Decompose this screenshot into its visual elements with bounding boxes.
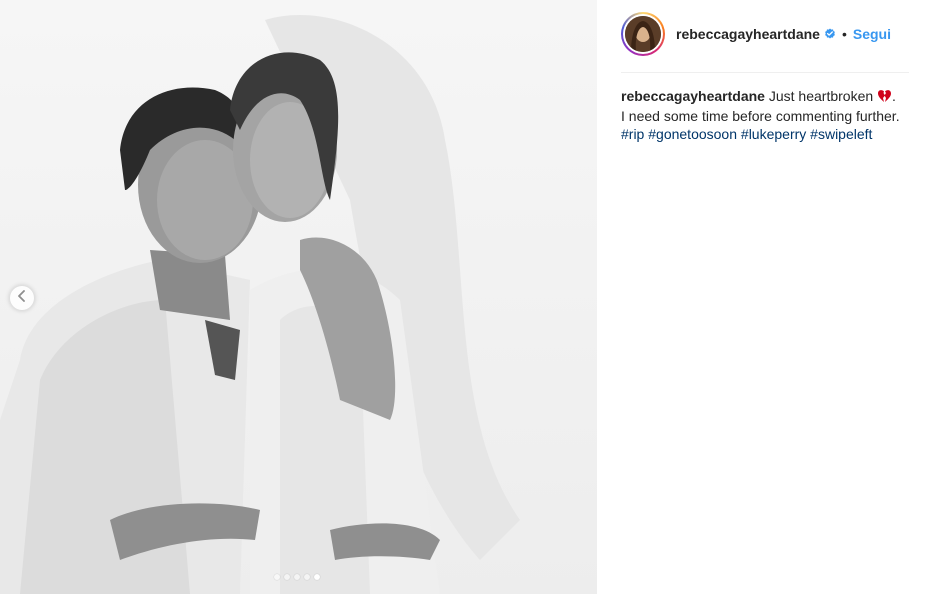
carousel-dot: [274, 574, 280, 580]
divider: [621, 72, 909, 73]
caption-text-1: Just heartbroken: [764, 88, 878, 104]
carousel-dot: [314, 574, 320, 580]
avatar-image: [625, 16, 661, 52]
hashtag-link[interactable]: #lukeperry: [741, 126, 806, 142]
wedding-photo-image: [0, 0, 597, 594]
hashtag-link[interactable]: #rip: [621, 126, 644, 142]
post-header: rebeccagayheartdane • Segui: [621, 11, 909, 57]
separator-dot: •: [841, 26, 847, 42]
verified-badge-icon: [824, 28, 836, 40]
follow-button[interactable]: Segui: [853, 26, 891, 42]
carousel-dot: [304, 574, 310, 580]
post-sidebar: rebeccagayheartdane • Segui rebeccagayhe…: [597, 0, 930, 594]
hashtag-link[interactable]: #gonetoosoon: [648, 126, 737, 142]
avatar[interactable]: [625, 16, 661, 52]
carousel-indicator: [274, 574, 320, 580]
carousel-dot: [284, 574, 290, 580]
username-link[interactable]: rebeccagayheartdane: [676, 26, 820, 42]
post-photo[interactable]: [0, 0, 597, 594]
carousel-dot: [294, 574, 300, 580]
caption-username-link[interactable]: rebeccagayheartdane: [621, 88, 765, 104]
broken-heart-icon: [877, 89, 892, 107]
carousel-prev-button[interactable]: [9, 285, 35, 311]
post-caption: rebeccagayheartdane Just heartbroken . I…: [621, 87, 901, 143]
avatar-story-ring[interactable]: [621, 12, 665, 56]
chevron-left-icon: [17, 289, 27, 307]
hashtag-link[interactable]: #swipeleft: [810, 126, 872, 142]
